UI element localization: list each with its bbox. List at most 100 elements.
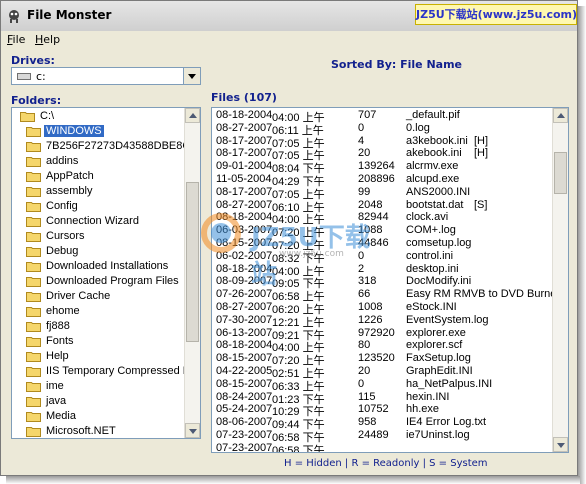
file-name: hexin.INI — [406, 390, 450, 403]
folder-item-label: Driver Cache — [46, 290, 111, 302]
file-name: ANS2000.INI — [406, 185, 471, 198]
menu-help[interactable]: Help — [35, 33, 60, 46]
file-size: 44846 — [358, 237, 389, 249]
file-name: IE4 Error Log.txt — [406, 416, 487, 429]
file-size: 20 — [358, 147, 371, 160]
folder-item-label: Config — [46, 200, 78, 212]
file-date: 06-03-2007 — [216, 224, 273, 237]
folder-item-label: Help — [46, 350, 69, 362]
file-date: 08-18-2004 — [216, 211, 273, 224]
file-name: COM+.log — [406, 224, 456, 237]
files-scrollbar[interactable] — [552, 108, 568, 452]
drive-select[interactable]: c: — [11, 67, 201, 85]
file-name: control.ini — [406, 249, 454, 262]
menu-file[interactable]: File — [7, 33, 25, 46]
folder-icon — [26, 172, 41, 182]
file-date: 08-17-2007 — [216, 185, 273, 198]
folder-icon — [26, 232, 41, 242]
folder-item-label: Downloaded Installations — [46, 260, 169, 272]
file-size: 4 — [358, 134, 365, 147]
file-name: alcrmv.exe — [406, 160, 459, 173]
folder-icon — [26, 412, 41, 422]
scroll-down-button[interactable] — [553, 437, 568, 452]
file-name: akebook.ini — [406, 147, 462, 160]
file-date: 08-09-2007 — [216, 275, 273, 288]
file-name: EventSystem.log — [406, 313, 489, 326]
folder-item-label: ime — [46, 380, 64, 392]
file-size: 1226 — [358, 313, 383, 326]
file-date: 08-27-2007 — [216, 198, 273, 211]
folders-scrollbar[interactable] — [184, 108, 200, 438]
file-date: 08-17-2007 — [216, 134, 273, 147]
file-date: 08-18-2004 — [216, 262, 273, 275]
drive-folder-icon — [20, 112, 35, 122]
files-count-label: Files (107) — [211, 91, 277, 104]
file-size: 139264 — [358, 160, 395, 173]
folder-item-label: C:\ — [40, 110, 55, 122]
folder-open-icon — [26, 127, 41, 137]
scroll-thumb[interactable] — [186, 182, 199, 342]
file-date: 06-13-2007 — [216, 326, 273, 339]
file-size: 80 — [358, 339, 371, 352]
file-size: 2048 — [358, 198, 383, 211]
folder-icon — [26, 337, 41, 347]
file-size: 24489 — [358, 429, 389, 441]
folder-icon — [26, 157, 41, 167]
file-name: ie7Uninst.log — [406, 429, 470, 441]
file-date: 09-01-2004 — [216, 160, 273, 173]
folder-item-label: Microsoft.NET — [46, 425, 116, 437]
sorted-by-label: Sorted By: File Name — [331, 58, 463, 71]
folder-item-label: IIS Temporary Compressed File — [46, 365, 201, 377]
file-size: 123520 — [358, 352, 395, 365]
file-size: 0 — [358, 377, 365, 390]
scroll-up-button[interactable] — [553, 108, 568, 123]
file-date: 08-24-2007 — [216, 390, 273, 403]
file-name: DocModify.ini — [406, 275, 472, 288]
folder-icon — [26, 397, 41, 407]
file-name: 0.log — [406, 121, 430, 134]
window-title: File Monster — [27, 8, 112, 22]
file-date: 05-24-2007 — [216, 403, 273, 416]
files-list[interactable]: 08-18-2004 04:00 上午 707 _default.pif 08-27-2… — [211, 107, 569, 453]
scroll-thumb[interactable] — [554, 152, 567, 194]
file-date: 08-17-2007 — [216, 147, 273, 160]
file-date: 07-23-2007 — [216, 441, 273, 453]
file-name: GraphEdit.INI — [406, 365, 473, 377]
file-date: 08-18-2004 — [216, 339, 273, 352]
file-size: 2 — [358, 262, 365, 275]
folder-item-label: addins — [46, 155, 79, 167]
hard-drive-icon — [17, 73, 31, 80]
file-date: 08-18-2004 — [216, 109, 273, 121]
folder-icon — [26, 262, 41, 272]
folder-item-label: Media — [46, 410, 76, 422]
folder-item-label: AppPatch — [46, 170, 94, 182]
window-shadow-right — [578, 6, 586, 484]
scroll-down-button[interactable] — [185, 423, 200, 438]
folder-item-label: Downloaded Program Files — [46, 275, 179, 287]
file-size: 115 — [358, 390, 376, 403]
file-name: a3kebook.ini — [406, 134, 468, 147]
watermark-banner: JZ5U下载站(www.jz5u.com) — [415, 4, 577, 25]
scroll-up-button[interactable] — [185, 108, 200, 123]
window-shadow-bottom — [6, 476, 580, 484]
file-date: 11-05-2004 — [216, 173, 272, 185]
folder-item-label: Cursors — [46, 230, 85, 242]
file-size: 318 — [358, 275, 377, 288]
chevron-down-icon[interactable] — [183, 68, 200, 84]
file-size: 972920 — [358, 326, 395, 339]
attribute-legend: H = Hidden | R = Readonly | S = System — [284, 458, 488, 469]
folder-item-label: 7B256F27273D43588DBE8C9 — [46, 140, 197, 152]
folder-icon — [26, 292, 41, 302]
folders-list[interactable]: C:\ WINDOWS 7B256F27273D43588DBE8C9 addins A… — [11, 107, 201, 439]
folder-icon — [26, 247, 41, 257]
file-size: 66 — [358, 288, 371, 301]
file-size: 0 — [358, 249, 365, 262]
file-date: 08-27-2007 — [216, 121, 273, 134]
file-date: 08-15-2007 — [216, 352, 273, 365]
folder-item-label: WINDOWS — [44, 125, 104, 137]
title-bar[interactable]: File Monster JZ5U下载站(www.jz5u.com) — [1, 1, 577, 32]
file-name: hh.exe — [406, 403, 440, 416]
folder-icon — [26, 217, 41, 227]
file-attr: [S] — [474, 198, 488, 211]
folder-item-label: Debug — [46, 245, 79, 257]
